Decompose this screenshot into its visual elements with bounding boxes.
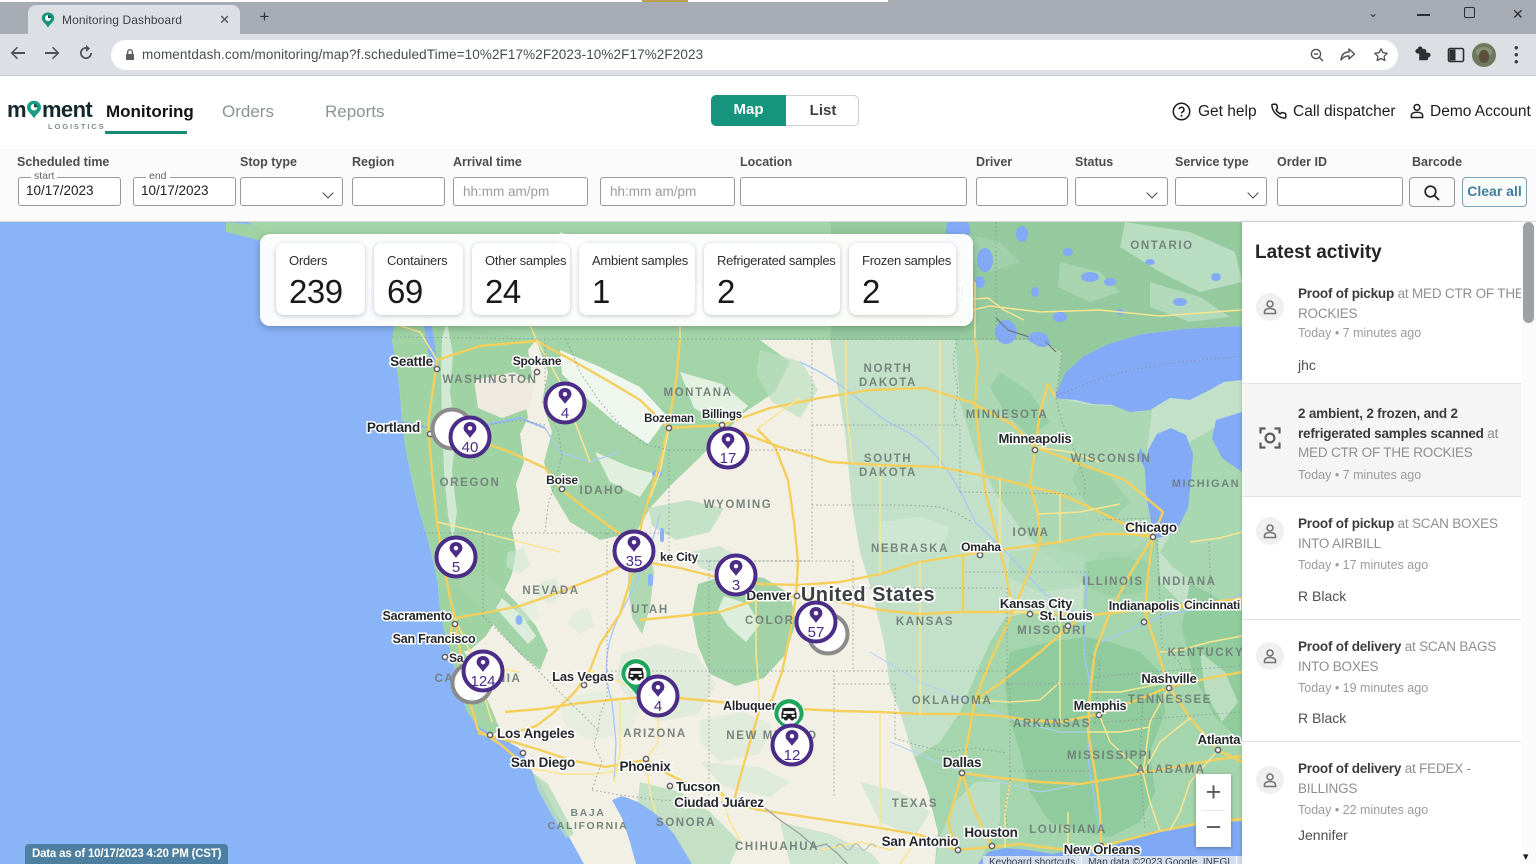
svg-text:40: 40 <box>462 439 479 456</box>
svg-text:IOWA: IOWA <box>1012 527 1049 539</box>
svg-text:Chicago: Chicago <box>1125 520 1177 535</box>
svg-text:Las Vegas: Las Vegas <box>552 669 614 684</box>
svg-text:WYOMING: WYOMING <box>704 499 773 511</box>
svg-text:ONTARIO: ONTARIO <box>1130 240 1193 252</box>
svg-text:17: 17 <box>720 450 737 467</box>
svg-text:Los Angeles: Los Angeles <box>497 726 575 741</box>
svg-text:MICHIGAN: MICHIGAN <box>1172 478 1240 490</box>
svg-text:Indianapolis: Indianapolis <box>1109 599 1180 613</box>
svg-text:CALIFORNIA: CALIFORNIA <box>548 820 629 832</box>
svg-text:Dallas: Dallas <box>943 755 982 770</box>
svg-text:San Francisco: San Francisco <box>393 632 476 646</box>
svg-text:TEXAS: TEXAS <box>892 798 938 810</box>
svg-text:Bozeman: Bozeman <box>644 413 694 425</box>
svg-text:3: 3 <box>732 577 740 594</box>
svg-text:4: 4 <box>654 698 662 715</box>
svg-text:MINNESOTA: MINNESOTA <box>966 409 1049 421</box>
svg-text:San Antonio: San Antonio <box>882 834 959 849</box>
svg-text:Phoenix: Phoenix <box>619 759 671 774</box>
svg-text:Sa: Sa <box>449 651 464 665</box>
svg-text:SONORA: SONORA <box>656 817 716 829</box>
svg-text:IDAHO: IDAHO <box>579 485 624 497</box>
svg-text:Boise: Boise <box>546 473 578 487</box>
svg-text:Billings: Billings <box>702 409 742 421</box>
svg-text:KENTUCKY: KENTUCKY <box>1168 647 1242 659</box>
svg-text:TENNESSEE: TENNESSEE <box>1128 694 1212 706</box>
svg-text:Spokane: Spokane <box>513 354 562 368</box>
svg-text:5: 5 <box>452 559 460 576</box>
svg-text:12: 12 <box>784 747 801 764</box>
svg-text:BAJA: BAJA <box>571 807 606 819</box>
svg-text:MISSOURI: MISSOURI <box>1017 625 1087 637</box>
svg-text:Houston: Houston <box>964 825 1017 840</box>
svg-text:NEVADA: NEVADA <box>522 585 579 597</box>
svg-text:35: 35 <box>626 553 643 570</box>
svg-text:Nashville: Nashville <box>1141 671 1196 686</box>
svg-text:New Orleans: New Orleans <box>1064 842 1141 857</box>
svg-text:4: 4 <box>561 405 569 422</box>
svg-text:Tucson: Tucson <box>676 779 720 794</box>
svg-text:UTAH: UTAH <box>631 604 669 616</box>
svg-text:Seattle: Seattle <box>390 354 434 369</box>
svg-text:ke City: ke City <box>660 550 698 564</box>
svg-text:CHIHUAHUA: CHIHUAHUA <box>735 841 819 853</box>
svg-text:OREGON: OREGON <box>440 477 501 489</box>
svg-text:San Diego: San Diego <box>511 755 575 770</box>
svg-text:KANSAS: KANSAS <box>896 616 954 628</box>
svg-text:Memphis: Memphis <box>1074 699 1127 713</box>
svg-text:Portland: Portland <box>367 420 420 435</box>
svg-text:ILLINOIS: ILLINOIS <box>1082 576 1143 588</box>
svg-text:DAKOTA: DAKOTA <box>859 377 917 389</box>
svg-text:OKLAHOMA: OKLAHOMA <box>912 695 993 707</box>
svg-text:NEBRASKA: NEBRASKA <box>871 543 949 555</box>
svg-text:Cincinnati: Cincinnati <box>1184 598 1240 612</box>
svg-text:124: 124 <box>470 673 495 690</box>
svg-text:MONTANA: MONTANA <box>663 387 732 399</box>
svg-text:DAKOTA: DAKOTA <box>859 467 917 479</box>
svg-text:MISSISSIPPI: MISSISSIPPI <box>1067 750 1153 762</box>
svg-text:Ciudad Juárez: Ciudad Juárez <box>674 795 764 810</box>
svg-text:St. Louis: St. Louis <box>1039 608 1092 623</box>
svg-text:Minneapolis: Minneapolis <box>999 431 1072 446</box>
svg-text:Denver: Denver <box>746 588 792 603</box>
svg-text:ARIZONA: ARIZONA <box>623 728 687 740</box>
svg-text:57: 57 <box>808 624 825 641</box>
svg-text:SOUTH: SOUTH <box>864 453 912 465</box>
svg-text:Atlanta: Atlanta <box>1198 732 1242 747</box>
svg-text:INDIANA: INDIANA <box>1157 576 1216 588</box>
svg-text:LOUISIANA: LOUISIANA <box>1029 824 1107 836</box>
svg-text:Sacramento: Sacramento <box>382 609 452 623</box>
svg-text:NORTH: NORTH <box>864 363 913 375</box>
svg-text:WISCONSIN: WISCONSIN <box>1071 453 1152 465</box>
svg-text:ARKANSAS: ARKANSAS <box>1013 718 1091 730</box>
svg-text:WASHINGTON: WASHINGTON <box>442 374 537 386</box>
svg-text:Omaha: Omaha <box>961 540 1001 554</box>
